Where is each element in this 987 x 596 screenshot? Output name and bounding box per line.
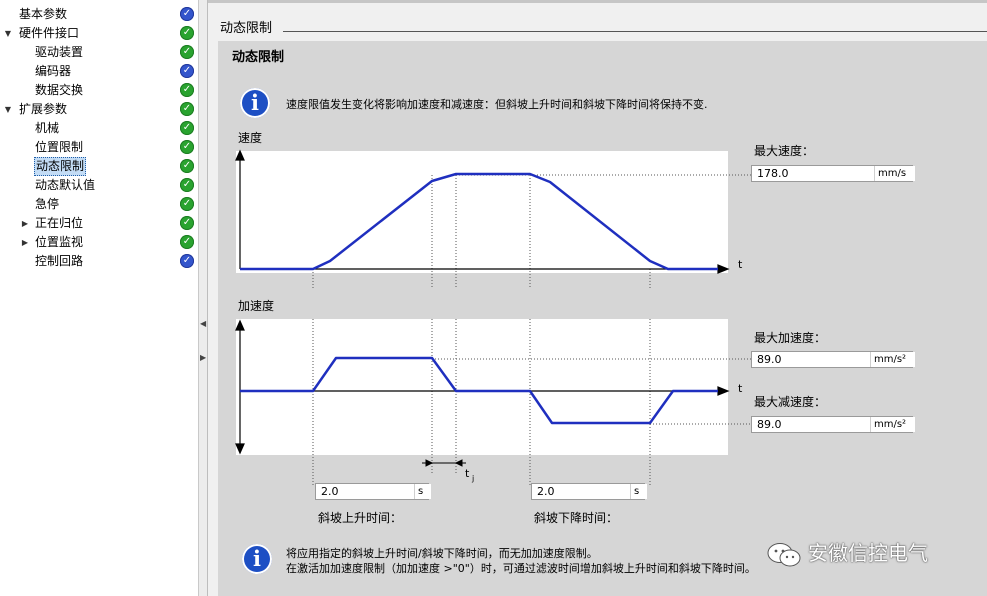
checkmark-icon: ✓ — [180, 121, 194, 135]
top-strip — [208, 0, 987, 3]
ramp-up-time-label: 斜坡上升时间： — [318, 511, 403, 525]
velocity-plot-area — [236, 151, 728, 273]
info-note-bottom-line2: 在激活加加速度限制（加加速度 >"0"）时，可通过滤波时间增加斜坡上升时间和斜坡… — [286, 562, 756, 575]
nav-item[interactable]: ▶ 正在归位 — [0, 214, 178, 233]
checkmark-icon: ✓ — [180, 178, 194, 192]
acceleration-chart-label: 加速度 — [238, 299, 275, 313]
max-acceleration-unit: mm/s² — [870, 352, 915, 367]
nav-item[interactable]: 基本参数 — [0, 5, 178, 24]
section-divider — [283, 31, 987, 32]
collapsed-arrow-icon[interactable]: ▶ — [20, 214, 30, 233]
ramp-down-time-input[interactable] — [532, 484, 630, 499]
panel-splitter[interactable]: ◀ ▶ — [199, 0, 208, 596]
checkmark-icon: ✓ — [180, 140, 194, 154]
checkmark-icon: ✓ — [180, 83, 194, 97]
nav-item[interactable]: 急停 — [0, 195, 178, 214]
nav-item[interactable]: ▼ 硬件件接口 — [0, 24, 178, 43]
info-note-bottom-line1: 将应用指定的斜坡上升时间/斜坡下降时间，而无加加速度限制。 — [286, 547, 598, 560]
dynamic-limits-panel: 动态限制 i 速度限值发生变化将影响加速度和减速度：但斜坡上升时间和斜坡下降时间… — [218, 41, 987, 596]
expand-right-icon[interactable]: ▶ — [200, 352, 206, 364]
nav-item[interactable]: 动态默认值 — [0, 176, 178, 195]
nav-item[interactable]: 编码器 — [0, 62, 178, 81]
nav-item-label: 硬件件接口 — [19, 26, 80, 40]
wechat-icon — [767, 542, 801, 566]
info-icon-bottom: i — [242, 544, 272, 574]
nav-item-label: 动态限制 — [34, 157, 87, 176]
tj-dimension — [422, 459, 466, 467]
ramp-up-time-unit: s — [414, 484, 431, 499]
nav-item-label: 位置限制 — [35, 140, 84, 154]
nav-item-label: 编码器 — [35, 64, 72, 78]
ramp-down-time-unit: s — [630, 484, 647, 499]
tj-subscript: j — [471, 474, 474, 483]
info-check-icon: ✓ — [180, 254, 194, 268]
checkmark-icon: ✓ — [180, 45, 194, 59]
ramp-up-time-input[interactable] — [316, 484, 414, 499]
nav-item-label: 位置监视 — [35, 235, 84, 249]
collapse-left-icon[interactable]: ◀ — [200, 318, 206, 330]
acceleration-t-axis-label: t — [738, 382, 743, 395]
watermark-text: 安徽信控电气 — [808, 541, 928, 565]
max-deceleration-field[interactable]: mm/s² — [751, 416, 915, 433]
nav-item[interactable]: 数据交换 — [0, 81, 178, 100]
max-acceleration-input[interactable] — [752, 352, 870, 367]
max-velocity-field[interactable]: mm/s — [751, 165, 915, 182]
collapsed-arrow-icon[interactable]: ▶ — [20, 233, 30, 252]
expanded-arrow-icon[interactable]: ▼ — [3, 24, 13, 43]
max-velocity-input[interactable] — [752, 166, 874, 181]
max-velocity-unit: mm/s — [874, 166, 915, 181]
nav-item[interactable]: ▼ 扩展参数 — [0, 100, 178, 119]
nav-item-label: 驱动装置 — [35, 45, 84, 59]
max-acceleration-field[interactable]: mm/s² — [751, 351, 915, 368]
nav-item-label: 机械 — [35, 121, 60, 135]
content-area: 动态限制 动态限制 i 速度限值发生变化将影响加速度和减速度：但斜坡上升时间和斜… — [208, 0, 987, 596]
checkmark-icon: ✓ — [180, 102, 194, 116]
ramp-down-time-label: 斜坡下降时间： — [534, 511, 619, 525]
velocity-t-axis-label: t — [738, 258, 743, 271]
max-velocity-label: 最大速度： — [754, 144, 815, 158]
ramp-up-time-field[interactable]: s — [315, 483, 431, 500]
nav-item-label: 动态默认值 — [35, 178, 96, 192]
tj-label: t — [465, 467, 470, 480]
checkmark-icon: ✓ — [180, 159, 194, 173]
nav-item[interactable]: ▶ 位置监视 — [0, 233, 178, 252]
nav-item-label: 扩展参数 — [19, 102, 68, 116]
watermark: 安徽信控电气 — [766, 538, 928, 568]
nav-item-label: 正在归位 — [35, 216, 84, 230]
section-title: 动态限制 — [220, 21, 273, 36]
max-deceleration-unit: mm/s² — [870, 417, 915, 432]
nav-item[interactable]: 驱动装置 — [0, 43, 178, 62]
checkmark-icon: ✓ — [180, 235, 194, 249]
info-check-icon: ✓ — [180, 7, 194, 21]
acceleration-plot-area — [236, 319, 728, 455]
status-column: ✓ ✓ ✓ ✓ ✓ ✓ ✓ ✓ ✓ ✓ ✓ ✓ ✓ ✓ — [178, 0, 199, 596]
max-deceleration-label: 最大减速度： — [754, 395, 827, 409]
nav-item[interactable]: 机械 — [0, 119, 178, 138]
info-check-icon: ✓ — [180, 64, 194, 78]
nav-item[interactable]: 位置限制 — [0, 138, 178, 157]
ramp-down-time-field[interactable]: s — [531, 483, 647, 500]
checkmark-icon: ✓ — [180, 197, 194, 211]
max-deceleration-input[interactable] — [752, 417, 870, 432]
checkmark-icon: ✓ — [180, 216, 194, 230]
nav-item-label: 基本参数 — [19, 7, 68, 21]
nav-item-label: 控制回路 — [35, 254, 84, 268]
expanded-arrow-icon[interactable]: ▼ — [3, 100, 13, 119]
nav-item[interactable]: 动态限制 — [0, 157, 178, 176]
nav-item-label: 数据交换 — [35, 83, 84, 97]
nav-item-label: 急停 — [35, 197, 60, 211]
checkmark-icon: ✓ — [180, 26, 194, 40]
nav-item[interactable]: 控制回路 — [0, 252, 178, 271]
navigation-tree: 基本参数 ▼ 硬件件接口驱动装置编码器数据交换 ▼ 扩展参数机械位置限制动态限制动态默认… — [0, 0, 179, 596]
max-acceleration-label: 最大加速度： — [754, 331, 827, 345]
